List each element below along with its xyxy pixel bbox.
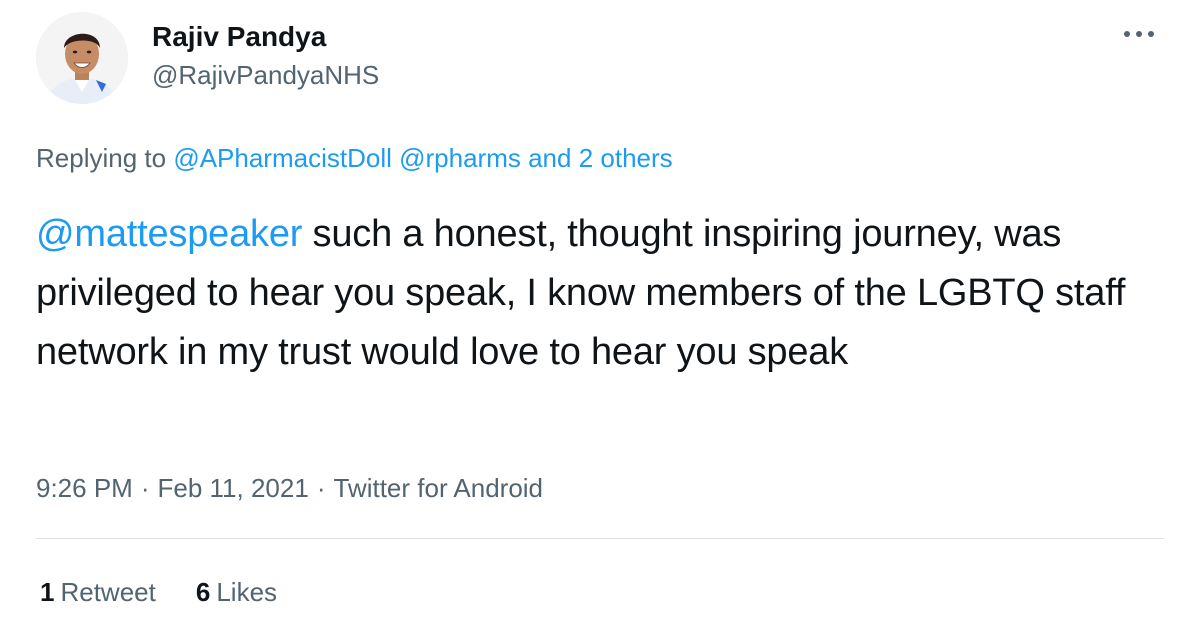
tweet-metadata: 9:26 PM · Feb 11, 2021 · Twitter for Android <box>36 470 543 506</box>
engagement-stats: 1 Retweet 6 Likes <box>40 574 317 610</box>
likes-label: Likes <box>216 577 278 607</box>
user-handle[interactable]: @RajivPandyaNHS <box>152 58 379 92</box>
others-link[interactable]: and 2 others <box>528 143 673 173</box>
likes-count: 6 <box>195 577 211 607</box>
tweet: Rajiv Pandya @RajivPandyaNHS Replying to… <box>0 0 1195 630</box>
retweets-count: 1 <box>40 577 55 607</box>
mention-link-apharmacistdoll[interactable]: @APharmacistDoll <box>173 143 392 173</box>
avatar[interactable] <box>36 12 128 104</box>
mention-link-rpharms[interactable]: @rpharms <box>399 143 521 173</box>
tweet-date[interactable]: Feb 11, 2021 <box>158 473 309 503</box>
likes-stat[interactable]: 6 Likes <box>196 574 277 610</box>
separator-dot: · <box>140 473 150 503</box>
divider <box>36 538 1164 539</box>
display-name[interactable]: Rajiv Pandya <box>152 20 379 54</box>
tweet-time[interactable]: 9:26 PM <box>36 473 133 503</box>
separator-dot: · <box>316 473 326 503</box>
replying-to: Replying to @APharmacistDoll @rpharms an… <box>36 140 673 176</box>
more-options-button[interactable] <box>1121 20 1157 48</box>
retweets-label: Retweet <box>60 577 156 607</box>
user-block: Rajiv Pandya @RajivPandyaNHS <box>152 20 379 92</box>
replying-to-label: Replying to <box>36 143 174 173</box>
profile-photo-icon <box>36 12 128 104</box>
retweets-stat[interactable]: 1 Retweet <box>40 574 156 610</box>
tweet-source[interactable]: Twitter for Android <box>333 473 543 503</box>
mention-link-mattespeaker[interactable]: @mattespeaker <box>36 213 302 255</box>
tweet-text: @mattespeaker such a honest, thought ins… <box>36 205 1156 382</box>
ellipsis-icon <box>1124 31 1154 37</box>
